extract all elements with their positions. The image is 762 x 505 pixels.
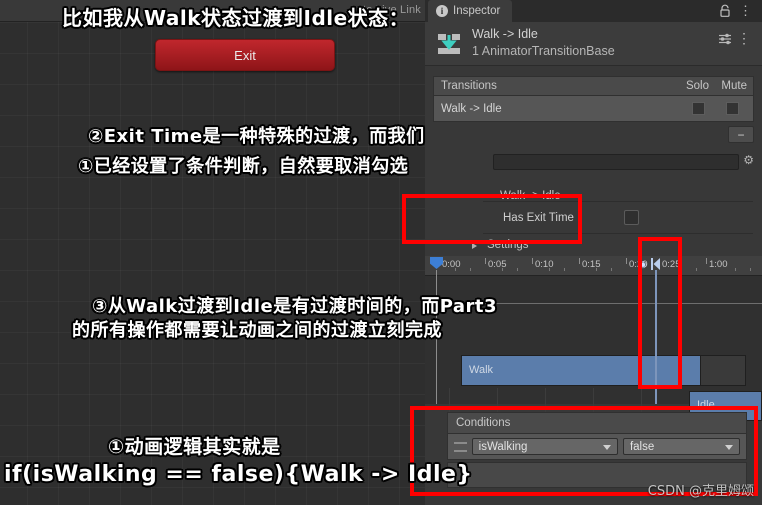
transition-name-input[interactable] bbox=[493, 154, 739, 170]
solo-column-label: Solo bbox=[685, 80, 709, 92]
walk-clip-fade-region[interactable] bbox=[701, 355, 746, 386]
timeline-tick: 0:15 bbox=[582, 259, 601, 270]
timeline-ruler[interactable]: 0:00 0:05 0:10 0:15 0:20 0:25 1:00 ◉ bbox=[425, 256, 762, 276]
annotation-note-1a: ①已经设置了条件判断，自然要取消勾选 bbox=[78, 156, 409, 177]
annotation-note-3b: 的所有操作都需要让动画之间的过渡立刻完成 bbox=[72, 320, 442, 341]
ruler-minitick bbox=[549, 268, 550, 271]
highlight-box-has-exit-time bbox=[402, 194, 582, 244]
inspector-header-title: Walk -> Idle bbox=[472, 27, 538, 41]
ruler-minitick bbox=[517, 268, 518, 271]
header-overflow-menu-icon[interactable]: ⋮ bbox=[737, 30, 751, 47]
has-exit-time-checkbox[interactable] bbox=[624, 210, 639, 225]
highlight-box-timeline bbox=[638, 237, 682, 389]
ruler-minitick bbox=[735, 268, 736, 271]
transitions-list-header: Transitions Solo Mute bbox=[433, 76, 754, 96]
annotation-note-2: ②Exit Time是一种特殊的过渡，而我们 bbox=[88, 126, 425, 147]
mute-checkbox[interactable] bbox=[726, 102, 739, 115]
tab-inspector[interactable]: i Inspector bbox=[428, 0, 513, 22]
ruler-tickmark bbox=[706, 258, 707, 264]
ruler-tickmark bbox=[532, 258, 533, 264]
ruler-minitick bbox=[470, 268, 471, 271]
ruler-tickmark bbox=[626, 258, 627, 264]
annotation-note-4b: if(isWalking == false){Walk -> Idle} bbox=[4, 462, 473, 487]
timeline-tick: 0:00 bbox=[442, 259, 461, 270]
ruler-minitick bbox=[750, 268, 751, 271]
timeline-tick: 1:00 bbox=[709, 259, 728, 270]
transitions-list: Transitions Solo Mute Walk -> Idle bbox=[433, 76, 754, 122]
ruler-tickmark bbox=[579, 258, 580, 264]
animator-transition-icon bbox=[438, 34, 460, 54]
annotation-note-3a: ③从Walk过渡到Idle是有过渡时间的，而Part3 bbox=[92, 296, 498, 317]
inspector-tab-bar: i Inspector ⋮ bbox=[425, 0, 762, 22]
lock-icon[interactable] bbox=[718, 4, 732, 18]
transitions-header-label: Transitions bbox=[441, 80, 497, 92]
annotation-title: 比如我从Walk状态过渡到Idle状态： bbox=[62, 6, 410, 30]
ruler-minitick bbox=[611, 268, 612, 271]
ruler-minitick bbox=[696, 268, 697, 271]
ruler-minitick bbox=[455, 268, 456, 271]
preset-icon[interactable] bbox=[718, 32, 732, 46]
ruler-minitick bbox=[564, 268, 565, 271]
ruler-minitick bbox=[596, 268, 597, 271]
timeline-tick: 0:10 bbox=[535, 259, 554, 270]
mute-column-label: Mute bbox=[721, 80, 747, 92]
timeline-tick: 0:05 bbox=[488, 259, 507, 270]
ruler-minitick bbox=[502, 268, 503, 271]
tab-inspector-label: Inspector bbox=[453, 5, 501, 17]
annotation-note-4a: ①动画逻辑其实就是 bbox=[108, 436, 281, 458]
screenshot-root: Auto Live Link Exit i Inspector ⋮ Walk -… bbox=[0, 0, 762, 505]
remove-transition-button[interactable]: − bbox=[728, 126, 754, 143]
inspector-header-subtitle: 1 AnimatorTransitionBase bbox=[472, 44, 615, 58]
exit-state-node-label: Exit bbox=[234, 47, 256, 63]
transition-row-label: Walk -> Idle bbox=[441, 102, 502, 115]
transition-timeline[interactable]: 0:00 0:05 0:10 0:15 0:20 0:25 1:00 ◉ Wal… bbox=[425, 256, 762, 421]
exit-state-node[interactable]: Exit bbox=[155, 39, 335, 71]
transition-list-row[interactable]: Walk -> Idle bbox=[433, 96, 754, 122]
animator-graph-pane[interactable]: Auto Live Link Exit bbox=[0, 0, 425, 505]
tab-overflow-menu-icon[interactable]: ⋮ bbox=[739, 4, 752, 18]
inspector-header: Walk -> Idle 1 AnimatorTransitionBase ⋮ bbox=[425, 22, 762, 66]
walk-clip-label: Walk bbox=[469, 364, 494, 376]
info-icon: i bbox=[436, 5, 448, 17]
solo-checkbox[interactable] bbox=[692, 102, 705, 115]
gear-icon[interactable]: ⚙ bbox=[743, 153, 754, 167]
watermark-label: CSDN @克里姆颂 bbox=[647, 484, 754, 499]
ruler-tickmark bbox=[485, 258, 486, 264]
